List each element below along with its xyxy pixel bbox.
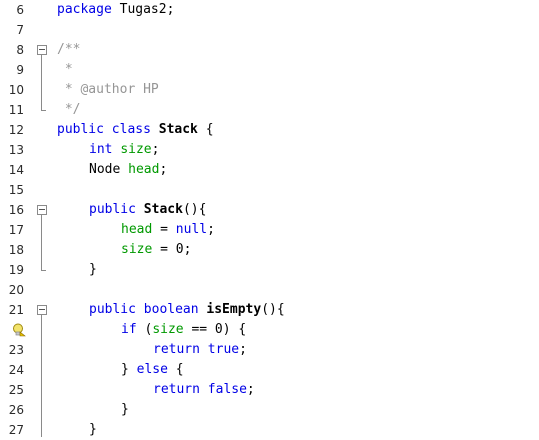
field-token: size: [152, 322, 184, 337]
line-number: 24: [8, 363, 24, 377]
keyword-token: public: [89, 202, 136, 217]
code-text: return true;: [153, 340, 247, 360]
keyword-token: public class: [57, 122, 151, 137]
keyword-token: return true: [153, 342, 240, 357]
line-number: 15: [8, 183, 24, 197]
code-token: }: [121, 402, 129, 417]
code-token: ;: [207, 222, 215, 237]
line-number: 12: [8, 123, 24, 137]
code-token: ;: [151, 142, 160, 157]
code-token: }: [89, 422, 97, 437]
code-line: 25 return false;: [0, 380, 539, 400]
comment-token: * @author HP: [57, 82, 159, 97]
field-token: head: [121, 222, 153, 237]
code-line: 12 public class Stack {: [0, 120, 539, 140]
line-number: 16: [8, 203, 24, 217]
type-token: Node: [89, 162, 121, 177]
code-text: int size;: [89, 140, 159, 160]
line-number: 11: [8, 103, 24, 117]
code-text: return false;: [153, 380, 255, 400]
line-number: 14: [8, 163, 24, 177]
code-line: 7: [0, 20, 539, 40]
code-text: public boolean isEmpty(){: [89, 300, 285, 320]
code-line: 20: [0, 280, 539, 300]
line-number: 21: [8, 303, 24, 317]
code-line: 9 *: [0, 60, 539, 80]
field-token: size: [120, 142, 152, 157]
line-number: 6: [16, 3, 24, 17]
code-line: 27 }: [0, 420, 539, 440]
keyword-token: null: [175, 222, 208, 237]
code-token: ;: [239, 342, 247, 357]
code-line: 16 public Stack(){: [0, 200, 539, 220]
code-line: 15: [0, 180, 539, 200]
code-line: 22 if (size == 0) {: [0, 320, 539, 340]
code-text: package Tugas2;: [57, 0, 174, 20]
line-number: 18: [8, 243, 24, 257]
code-token: (: [136, 322, 153, 337]
comment-token: *: [57, 62, 73, 77]
code-token: ;: [159, 162, 168, 177]
code-token: ;: [246, 382, 255, 397]
line-number: 25: [8, 383, 24, 397]
code-line: 24 } else {: [0, 360, 539, 380]
code-token: = 0;: [152, 242, 192, 257]
line-number: 10: [8, 83, 24, 97]
code-token: (){: [261, 302, 285, 317]
keyword-token: public boolean: [89, 302, 199, 317]
code-line: 14 Node head;: [0, 160, 539, 180]
field-token: size: [121, 242, 153, 257]
comment-token: */: [57, 102, 81, 117]
code-text: if (size == 0) {: [121, 320, 246, 340]
keyword-token: if: [121, 322, 137, 337]
line-number: 20: [8, 283, 24, 297]
field-token: head: [128, 162, 160, 177]
line-number: 27: [8, 423, 24, 437]
code-token: }: [121, 362, 137, 377]
code-line: 26 }: [0, 400, 539, 420]
code-line: 19 }: [0, 260, 539, 280]
method-name-token: isEmpty: [206, 302, 262, 317]
keyword-token: return false: [153, 382, 247, 397]
code-token: Tugas2;: [111, 2, 175, 17]
code-text: Node head;: [89, 160, 167, 180]
method-name-token: Stack: [143, 202, 183, 217]
code-token: (){: [182, 202, 207, 217]
keyword-token: int: [89, 142, 113, 157]
keyword-token: else: [136, 362, 168, 377]
code-text: } else {: [121, 360, 184, 380]
line-number: 13: [8, 143, 24, 157]
code-line: 18 size = 0;: [0, 240, 539, 260]
code-editor[interactable]: 6 package Tugas2; 7 8 /** 9 * 10 * @auth…: [0, 0, 539, 437]
code-text: public Stack(){: [89, 200, 206, 220]
code-token: }: [89, 262, 97, 277]
code-token: {: [167, 362, 184, 377]
class-name-token: Stack: [158, 122, 198, 137]
line-number: 17: [8, 223, 24, 237]
line-number: 23: [8, 343, 24, 357]
code-line: 11 */: [0, 100, 539, 120]
code-token: {: [197, 122, 214, 137]
code-text: public class Stack {: [57, 120, 214, 140]
code-line: 21 public boolean isEmpty(){: [0, 300, 539, 320]
line-number: 19: [8, 263, 24, 277]
code-text: head = null;: [121, 220, 215, 240]
comment-token: /**: [57, 42, 81, 57]
line-number: 8: [16, 43, 24, 57]
code-token: == 0) {: [183, 322, 247, 337]
keyword-token: package: [57, 2, 112, 17]
code-line: 6 package Tugas2;: [0, 0, 539, 20]
code-line: 10 * @author HP: [0, 80, 539, 100]
line-number: 9: [16, 63, 24, 77]
line-number: 7: [16, 23, 24, 37]
code-line: 17 head = null;: [0, 220, 539, 240]
code-token: =: [152, 222, 176, 237]
code-text: size = 0;: [121, 240, 191, 260]
code-line: 23 return true;: [0, 340, 539, 360]
code-line: 8 /**: [0, 40, 539, 60]
line-number: 26: [8, 403, 24, 417]
code-line: 13 int size;: [0, 140, 539, 160]
